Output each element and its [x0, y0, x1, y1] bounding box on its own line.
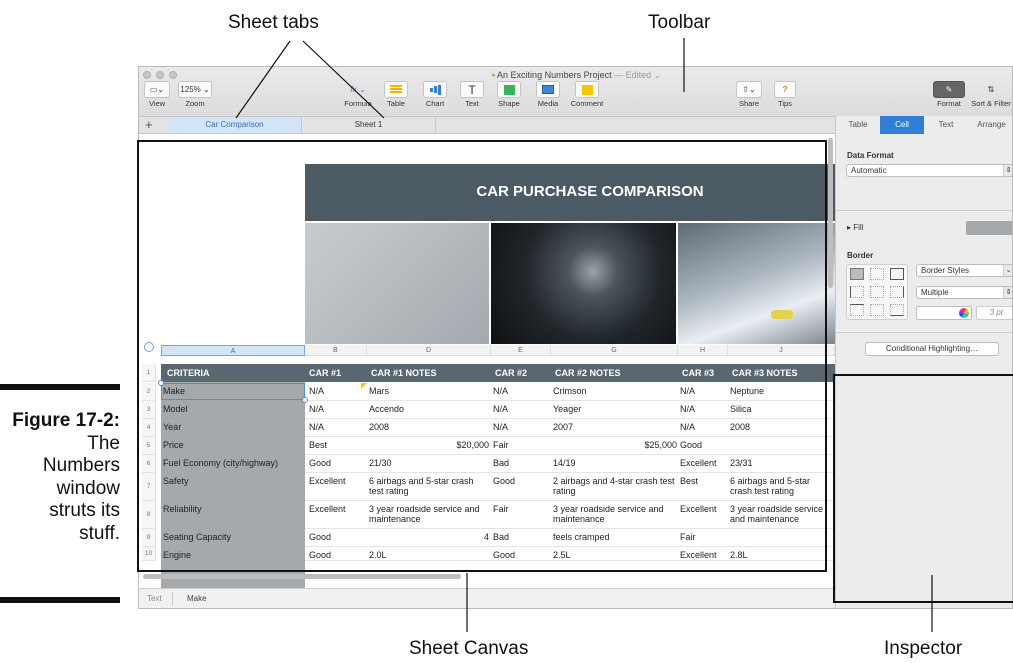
leader-line-sheet-tabs-1 [235, 40, 291, 119]
leader-lines [235, 38, 933, 632]
leader-line-sheet-tabs-2 [302, 40, 385, 119]
